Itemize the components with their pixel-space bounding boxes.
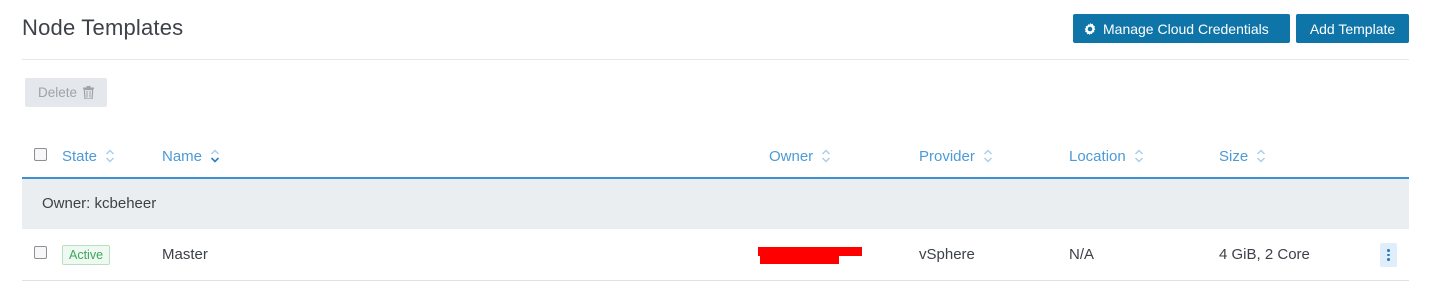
manage-cloud-credentials-button[interactable]: Manage Cloud Credentials xyxy=(1073,14,1290,43)
column-header-state[interactable]: State xyxy=(62,146,115,166)
row-divider xyxy=(22,280,1409,281)
template-provider: vSphere xyxy=(919,246,975,263)
column-header-name[interactable]: Name xyxy=(162,146,220,166)
trash-icon xyxy=(83,86,95,99)
sort-icon xyxy=(822,149,831,163)
column-header-owner[interactable]: Owner xyxy=(769,146,831,166)
owner-group-label: Owner: kcbeheer xyxy=(42,195,157,212)
sort-icon xyxy=(210,149,220,163)
row-checkbox[interactable] xyxy=(34,246,47,259)
manage-cloud-credentials-label: Manage Cloud Credentials xyxy=(1103,20,1269,37)
sort-icon xyxy=(983,149,992,163)
add-template-button[interactable]: Add Template xyxy=(1296,14,1409,43)
template-size: 4 GiB, 2 Core xyxy=(1219,246,1310,263)
template-location: N/A xyxy=(1069,246,1095,263)
template-name: Master xyxy=(162,246,208,263)
sort-icon xyxy=(1134,149,1143,163)
column-header-provider[interactable]: Provider xyxy=(919,146,993,166)
delete-label: Delete xyxy=(37,85,78,100)
page-title: Node Templates xyxy=(22,15,184,40)
select-all-checkbox[interactable] xyxy=(34,148,47,161)
more-actions-icon[interactable] xyxy=(1380,243,1397,267)
owner-group-row: Owner: kcbeheer xyxy=(22,179,1409,229)
sort-icon xyxy=(106,149,115,163)
status-badge: Active xyxy=(62,245,111,265)
column-header-size[interactable]: Size xyxy=(1219,146,1266,166)
sort-icon xyxy=(1257,149,1266,163)
gear-icon xyxy=(1084,22,1096,35)
node-templates-page: Node Templates Manage Cloud Credentials … xyxy=(0,0,1447,301)
delete-button[interactable]: Delete xyxy=(25,78,107,107)
column-header-location[interactable]: Location xyxy=(1069,146,1144,166)
header-divider xyxy=(22,59,1409,60)
